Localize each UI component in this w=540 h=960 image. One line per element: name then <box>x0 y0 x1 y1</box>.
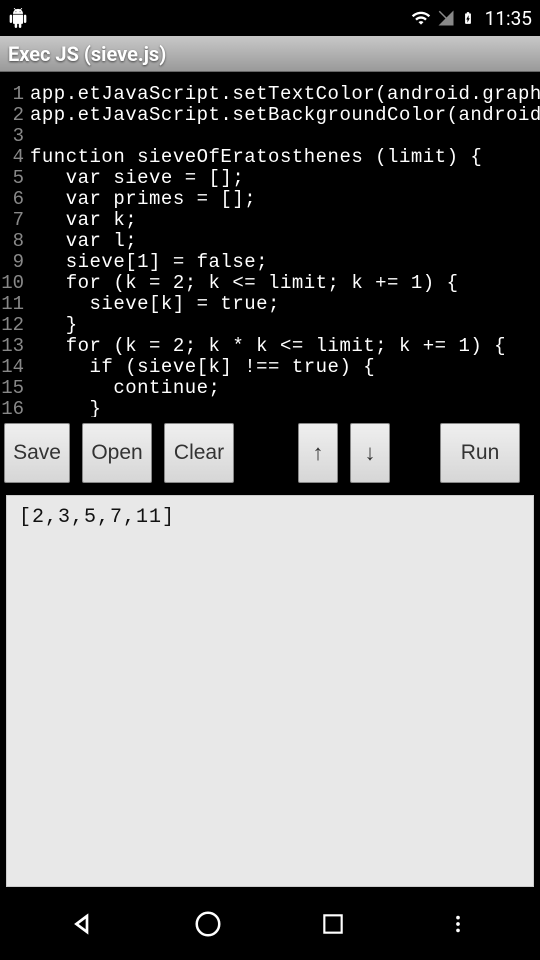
open-button[interactable]: Open <box>82 423 152 483</box>
wifi-icon <box>411 8 431 28</box>
status-right: 11:35 <box>411 7 532 30</box>
navigation-bar <box>0 888 540 960</box>
output-panel[interactable]: [2,3,5,7,11] <box>6 495 534 887</box>
run-button[interactable]: Run <box>440 423 520 483</box>
status-bar: 11:35 <box>0 0 540 36</box>
status-time: 11:35 <box>485 7 532 30</box>
no-sim-icon <box>437 9 455 27</box>
back-button[interactable] <box>63 904 103 944</box>
code-content[interactable]: app.etJavaScript.setTextColor(android.gr… <box>30 84 540 417</box>
app-title: Exec JS (sieve.js) <box>8 42 166 66</box>
output-text: [2,3,5,7,11] <box>19 506 175 529</box>
toolbar: Save Open Clear ↑ ↓ Run <box>0 417 540 489</box>
status-left <box>8 8 28 28</box>
battery-charging-icon <box>461 7 475 29</box>
android-icon <box>8 8 28 28</box>
clear-button[interactable]: Clear <box>164 423 234 483</box>
scroll-up-button[interactable]: ↑ <box>298 423 338 483</box>
home-button[interactable] <box>188 904 228 944</box>
recent-apps-button[interactable] <box>313 904 353 944</box>
menu-button[interactable] <box>438 904 478 944</box>
scroll-down-button[interactable]: ↓ <box>350 423 390 483</box>
save-button[interactable]: Save <box>4 423 70 483</box>
app-bar: Exec JS (sieve.js) <box>0 36 540 72</box>
line-gutter: 1 2 3 4 5 6 7 8 9 10 11 12 13 14 15 16 <box>0 84 30 417</box>
code-editor[interactable]: 1 2 3 4 5 6 7 8 9 10 11 12 13 14 15 16 a… <box>0 72 540 417</box>
